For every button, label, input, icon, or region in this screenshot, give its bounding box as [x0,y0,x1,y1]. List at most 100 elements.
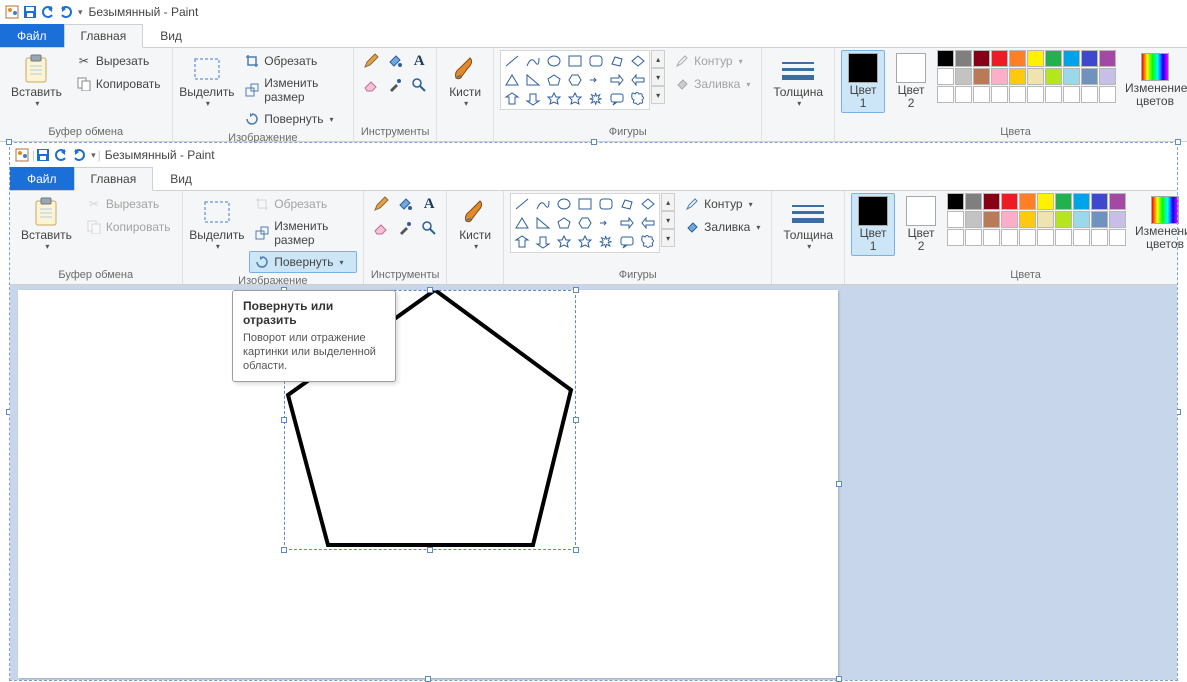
color-swatch[interactable] [983,193,1000,210]
color-swatch[interactable] [947,229,964,246]
color-swatch[interactable] [1027,86,1044,103]
shapes-expand[interactable]: ▾ [651,86,665,104]
color-swatch[interactable] [947,193,964,210]
color-swatch[interactable] [1019,193,1036,210]
color-swatch[interactable] [1037,229,1054,246]
color-swatch[interactable] [965,229,982,246]
select-button[interactable]: Выделить ▾ [189,193,246,254]
color-swatch[interactable] [973,68,990,85]
color-swatch[interactable] [1063,50,1080,67]
thickness-button[interactable]: Толщина ▾ [778,193,838,254]
color-swatch[interactable] [973,50,990,67]
color-swatch[interactable] [1001,193,1018,210]
edit-colors-button[interactable]: Изменение цветов [1130,193,1187,254]
color-swatch[interactable] [1081,86,1098,103]
qat-undo-icon[interactable] [53,147,69,163]
color-swatch[interactable] [1019,229,1036,246]
qat-dropdown-icon[interactable]: ▾ [91,150,96,161]
tab-file[interactable]: Файл [0,24,64,47]
color-swatch[interactable] [1045,68,1062,85]
crop-button[interactable]: Обрезать [239,50,347,72]
shapes-scroll-up[interactable]: ▴ [661,193,675,211]
color-swatch[interactable] [1055,193,1072,210]
color-swatch[interactable] [1009,68,1026,85]
color-swatch[interactable] [1091,229,1108,246]
qat-redo-icon[interactable] [71,147,87,163]
color-swatch[interactable] [947,211,964,228]
pencil-tool[interactable] [360,50,382,72]
qat-save-icon[interactable] [22,4,38,20]
tab-home[interactable]: Главная [64,24,144,48]
color-swatch[interactable] [937,50,954,67]
fill-tool[interactable] [394,193,416,215]
color-swatch[interactable] [1063,86,1080,103]
color-swatch[interactable] [1091,211,1108,228]
color-swatch[interactable] [1001,211,1018,228]
resize-button[interactable]: Изменить размер [239,73,347,107]
color-swatch[interactable] [983,229,1000,246]
color-swatch[interactable] [937,68,954,85]
color-swatch[interactable] [983,211,1000,228]
shape-outline-button[interactable]: Контур▾ [669,50,755,72]
color-swatch[interactable] [955,86,972,103]
color-swatch[interactable] [1081,50,1098,67]
color-swatch[interactable] [1091,193,1108,210]
color1-button[interactable]: Цвет 1 [841,50,885,113]
color-swatch[interactable] [1055,229,1072,246]
tab-view[interactable]: Вид [153,167,209,190]
paste-button[interactable]: Вставить ▾ [6,50,67,111]
cut-button[interactable]: ✂Вырезать [81,193,176,215]
shape-outline-button[interactable]: Контур▾ [679,193,765,215]
magnify-tool[interactable] [418,217,440,239]
brushes-button[interactable]: Кисти ▾ [443,50,487,111]
color-swatch[interactable] [1099,68,1116,85]
color-swatch[interactable] [1099,86,1116,103]
color-swatch[interactable] [1045,50,1062,67]
color-swatch[interactable] [1073,211,1090,228]
shapes-gallery[interactable] [510,193,660,253]
select-button[interactable]: Выделить ▾ [179,50,236,111]
shapes-scroll-down[interactable]: ▾ [661,211,675,229]
color-swatch[interactable] [1073,193,1090,210]
color-swatch[interactable] [1009,86,1026,103]
picker-tool[interactable] [384,74,406,96]
copy-button[interactable]: Копировать [81,216,176,238]
color-swatch[interactable] [955,68,972,85]
rotate-button[interactable]: Повернуть▾ [249,251,357,273]
shapes-expand[interactable]: ▾ [661,229,675,247]
color-swatch[interactable] [1109,211,1126,228]
shape-fill-button[interactable]: Заливка▾ [679,216,765,238]
cut-button[interactable]: ✂Вырезать [71,50,166,72]
copy-button[interactable]: Копировать [71,73,166,95]
color-swatch[interactable] [1099,50,1116,67]
color-swatch[interactable] [1045,86,1062,103]
color2-button[interactable]: Цвет 2 [899,193,943,256]
rotate-button[interactable]: Повернуть▾ [239,108,347,130]
color-swatch[interactable] [965,193,982,210]
qat-save-icon[interactable] [35,147,51,163]
color-swatch[interactable] [1027,68,1044,85]
color-swatch[interactable] [1073,229,1090,246]
color-swatch[interactable] [991,68,1008,85]
color-swatch[interactable] [1081,68,1098,85]
brushes-button[interactable]: Кисти ▾ [453,193,497,254]
resize-button[interactable]: Изменить размер [249,216,357,250]
color-swatch[interactable] [965,211,982,228]
color1-button[interactable]: Цвет 1 [851,193,895,256]
color-swatch[interactable] [1037,211,1054,228]
color-swatch[interactable] [1109,229,1126,246]
color-swatch[interactable] [1009,50,1026,67]
shapes-scroll-down[interactable]: ▾ [651,68,665,86]
pencil-tool[interactable] [370,193,392,215]
color-swatch[interactable] [1109,193,1126,210]
color-swatch[interactable] [1037,193,1054,210]
canvas[interactable] [18,290,838,678]
crop-button[interactable]: Обрезать [249,193,357,215]
shape-fill-button[interactable]: Заливка▾ [669,73,755,95]
tab-file[interactable]: Файл [10,167,74,190]
magnify-tool[interactable] [408,74,430,96]
color-swatch[interactable] [1027,50,1044,67]
color-swatch[interactable] [1019,211,1036,228]
color-swatch[interactable] [991,50,1008,67]
edit-colors-button[interactable]: Изменение цветов [1120,50,1187,111]
